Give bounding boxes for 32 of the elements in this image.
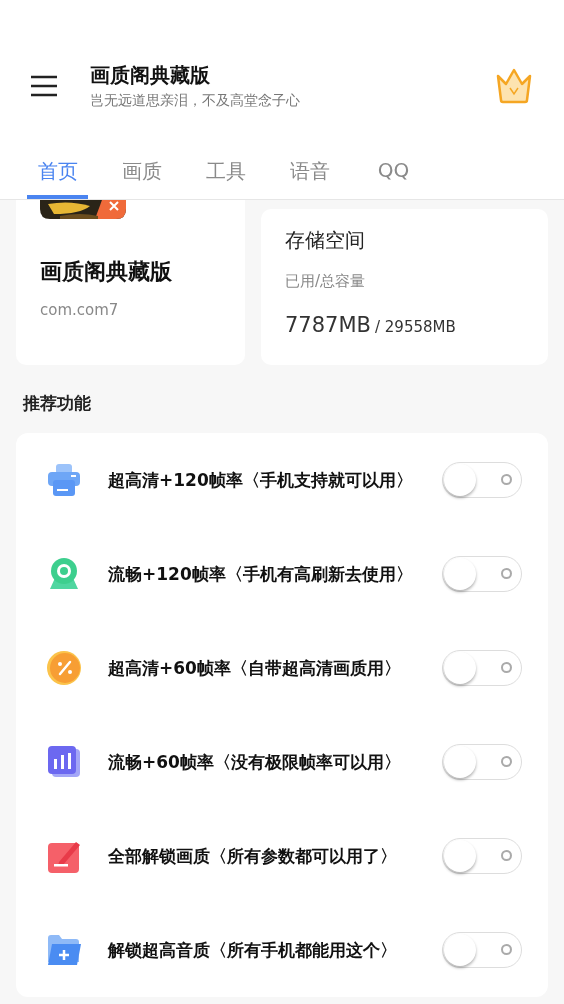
toggle-switch[interactable]: [442, 838, 522, 874]
app-title: 画质阁典藏版: [90, 62, 211, 89]
printer-icon: [46, 462, 82, 498]
toggle-switch[interactable]: [442, 556, 522, 592]
tab[interactable]: 语音: [279, 154, 340, 199]
feature-label: 流畅+120帧率〈手机有高刷新去使用〉: [108, 562, 414, 586]
storage-caption: 已用/总容量: [285, 272, 367, 291]
menu-icon[interactable]: [30, 75, 58, 97]
app-name: 画质阁典藏版: [40, 258, 173, 286]
storage-title: 存储空间: [285, 227, 366, 254]
used-storage: 7787MB: [285, 313, 371, 337]
app-subtitle: 岂无远道思亲泪，不及高堂念子心: [90, 92, 301, 110]
feature-label: 全部解锁画质〈所有参数都可以用了〉: [108, 844, 398, 868]
total-storage: / 29558MB: [374, 318, 456, 336]
folder-add-icon: [46, 932, 82, 968]
feature-label: 超高清+120帧率〈手机支持就可以用〉: [108, 468, 414, 492]
feature-label: 超高清+60帧率〈自带超高清画质用〉: [108, 656, 402, 680]
percent-coin-icon: [46, 650, 82, 686]
tab[interactable]: 画质: [111, 154, 172, 199]
crown-icon[interactable]: [494, 68, 534, 104]
tab[interactable]: 首页: [27, 154, 88, 199]
toggle-switch[interactable]: [442, 462, 522, 498]
toggle-switch[interactable]: [442, 744, 522, 780]
feature-label: 解锁超高音质〈所有手机都能用这个〉: [108, 938, 398, 962]
package-name: com.com7: [40, 301, 120, 319]
toggle-switch[interactable]: [442, 932, 522, 968]
tab[interactable]: 工具: [195, 154, 256, 199]
tab[interactable]: QQ: [363, 154, 424, 199]
bar-chart-icon: [46, 744, 82, 780]
feature-label: 流畅+60帧率〈没有极限帧率可以用〉: [108, 750, 402, 774]
toggle-switch[interactable]: [442, 650, 522, 686]
section-title: 推荐功能: [21, 392, 92, 415]
